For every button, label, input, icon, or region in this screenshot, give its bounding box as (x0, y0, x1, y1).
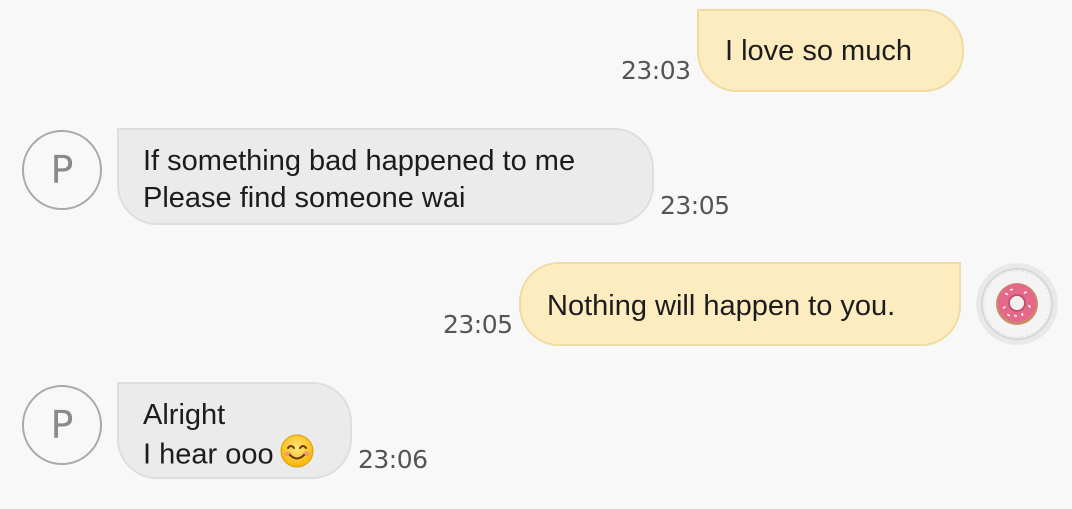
message-text: Nothing will happen to you. (547, 290, 896, 322)
incoming-message-bubble[interactable]: Alright I hear ooo (117, 382, 352, 479)
incoming-message-bubble[interactable]: If something bad happened to me Please f… (117, 128, 654, 225)
smiling-face-emoji-icon (280, 434, 314, 478)
message-text-line: Alright (143, 399, 226, 431)
donut-avatar[interactable] (976, 263, 1058, 345)
message-timestamp: 23:03 (621, 56, 691, 85)
message-text-line: Please find someone wai (143, 182, 466, 214)
message-text: I love so much (725, 35, 912, 67)
message-text-fragment: I hear ooo (143, 438, 274, 471)
avatar-letter: P (50, 403, 74, 447)
avatar-letter: P (50, 148, 74, 192)
message-text-line: I hear ooo (143, 434, 350, 478)
outgoing-message-bubble[interactable]: I love so much (697, 9, 964, 92)
message-timestamp: 23:05 (443, 310, 513, 339)
message-timestamp: 23:05 (660, 191, 730, 220)
chat-thread: 23:03 I love so much P If something bad … (0, 0, 1072, 509)
message-timestamp: 23:06 (358, 445, 428, 474)
contact-avatar[interactable]: P (22, 130, 102, 210)
message-text-line: If something bad happened to me (143, 145, 576, 177)
outgoing-message-bubble[interactable]: Nothing will happen to you. (519, 262, 961, 346)
contact-avatar[interactable]: P (22, 385, 102, 465)
donut-icon (976, 263, 1058, 345)
